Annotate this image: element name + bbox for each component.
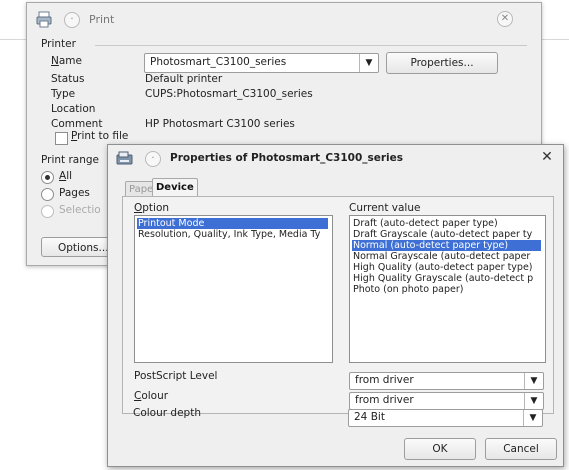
printer-group-frame xyxy=(95,45,527,46)
printer-app-icon xyxy=(116,151,133,165)
help-icon[interactable]: · xyxy=(145,151,161,167)
range-all-radio[interactable] xyxy=(41,171,54,184)
properties-dialog: · Properties of Photosmart_C3100_series … xyxy=(107,144,564,467)
help-icon[interactable]: · xyxy=(64,12,80,28)
postscript-level-value: from driver xyxy=(355,374,414,386)
properties-titlebar: · Properties of Photosmart_C3100_series … xyxy=(108,145,563,171)
postscript-level-label: PostScript Level xyxy=(134,370,218,382)
list-item[interactable]: Draft (auto-detect paper type) xyxy=(352,218,541,229)
list-item[interactable]: Draft Grayscale (auto-detect paper ty xyxy=(352,229,541,240)
printer-name-select[interactable]: Photosmart_C3100_series ▼ xyxy=(144,53,379,73)
print-range-title: Print range xyxy=(41,154,100,166)
close-icon[interactable]: ✕ xyxy=(497,11,513,27)
colour-value: from driver xyxy=(355,394,414,406)
comment-value: HP Photosmart C3100 series xyxy=(145,118,295,130)
ok-button[interactable]: OK xyxy=(404,438,476,460)
list-item[interactable]: Photo (on photo paper) xyxy=(352,284,541,295)
close-icon[interactable]: ✕ xyxy=(539,149,555,165)
colour-label: Colour xyxy=(134,390,169,402)
printer-name-value: Photosmart_C3100_series xyxy=(150,56,287,68)
list-item[interactable]: Resolution, Quality, Ink Type, Media Ty xyxy=(137,229,328,240)
colour-depth-value: 24 Bit xyxy=(354,411,385,423)
type-label: Type xyxy=(51,88,76,100)
print-titlebar: · Print ✕ xyxy=(27,3,541,33)
dropdown-arrow-icon[interactable]: ▼ xyxy=(523,410,542,426)
list-item[interactable]: High Quality Grayscale (auto-detect p xyxy=(352,273,541,284)
tab-device[interactable]: Device xyxy=(152,178,198,197)
range-pages-label[interactable]: Pages xyxy=(59,187,90,199)
print-dialog-title: Print xyxy=(89,13,115,26)
status-label: Status xyxy=(51,73,85,85)
range-pages-radio[interactable] xyxy=(41,188,54,201)
options-button[interactable]: Options... xyxy=(41,237,113,257)
properties-dialog-title: Properties of Photosmart_C3100_series xyxy=(170,152,404,164)
print-to-file-checkbox[interactable] xyxy=(55,132,68,145)
status-value: Default printer xyxy=(145,73,223,85)
option-listbox[interactable]: Printout Mode Resolution, Quality, Ink T… xyxy=(134,215,333,363)
comment-label: Comment xyxy=(51,118,103,130)
colour-depth-select[interactable]: 24 Bit ▼ xyxy=(348,409,543,427)
location-label: Location xyxy=(51,103,96,115)
current-value-header: Current value xyxy=(349,202,421,214)
range-all-label[interactable]: All xyxy=(59,170,72,182)
cancel-button[interactable]: Cancel xyxy=(485,438,557,460)
list-item[interactable]: Normal Grayscale (auto-detect paper xyxy=(352,251,541,262)
dropdown-arrow-icon[interactable]: ▼ xyxy=(524,393,543,409)
dropdown-arrow-icon[interactable]: ▼ xyxy=(359,54,378,72)
type-value: CUPS:Photosmart_C3100_series xyxy=(145,88,313,100)
list-item[interactable]: Printout Mode xyxy=(137,218,328,229)
current-value-listbox[interactable]: Draft (auto-detect paper type) Draft Gra… xyxy=(349,215,546,363)
postscript-level-select[interactable]: from driver ▼ xyxy=(349,372,544,390)
printer-app-icon xyxy=(36,11,52,28)
list-item[interactable]: Normal (auto-detect paper type) xyxy=(352,240,541,251)
print-to-file-label[interactable]: Print to file xyxy=(71,130,128,142)
dropdown-arrow-icon[interactable]: ▼ xyxy=(524,373,543,389)
properties-button[interactable]: Properties... xyxy=(386,52,498,74)
option-header: Option xyxy=(134,202,170,214)
printer-group-title: Printer xyxy=(41,38,80,50)
colour-depth-label: Colour depth xyxy=(133,407,201,419)
device-tab-panel: Option Printout Mode Resolution, Quality… xyxy=(122,196,554,414)
range-selection-label[interactable]: Selectio xyxy=(59,204,101,216)
list-item[interactable]: High Quality (auto-detect paper type) xyxy=(352,262,541,273)
range-selection-radio[interactable] xyxy=(41,205,54,218)
name-label: Name xyxy=(51,55,82,67)
colour-select[interactable]: from driver ▼ xyxy=(349,392,544,410)
